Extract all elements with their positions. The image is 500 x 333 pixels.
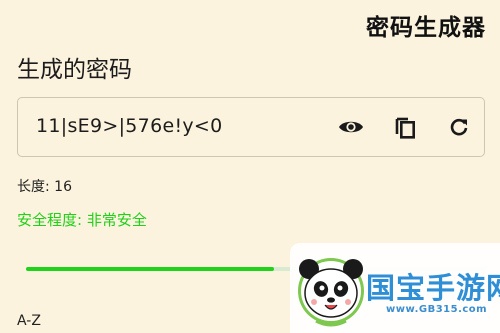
generated-password-heading: 生成的密码 [17, 57, 132, 83]
password-output-field: 11|sE9>|576e!y<0 [17, 97, 485, 157]
copy-icon [394, 115, 416, 139]
strength-label: 安全程度: 非常安全 [17, 211, 147, 229]
password-value[interactable]: 11|sE9>|576e!y<0 [36, 115, 223, 137]
length-label: 长度: 16 [17, 179, 72, 195]
watermark-brand: 国宝手游网 [366, 271, 500, 305]
regenerate-button[interactable] [444, 112, 474, 142]
password-generator-screen: 密码生成器 生成的密码 11|sE9>|576e!y<0 长度: 16 安全程度… [0, 0, 500, 333]
app-title: 密码生成器 [366, 15, 486, 41]
eye-icon [338, 118, 364, 136]
toggle-visibility-button[interactable] [336, 112, 366, 142]
length-slider-fill [26, 267, 275, 271]
charset-uppercase-label: A-Z [17, 313, 41, 329]
copy-button[interactable] [390, 112, 420, 142]
refresh-icon [449, 117, 469, 137]
panda-logo-icon [294, 247, 368, 333]
watermark: 国宝手游网 www.GB315.com [290, 243, 500, 333]
watermark-url: www.GB315.com [386, 304, 488, 315]
